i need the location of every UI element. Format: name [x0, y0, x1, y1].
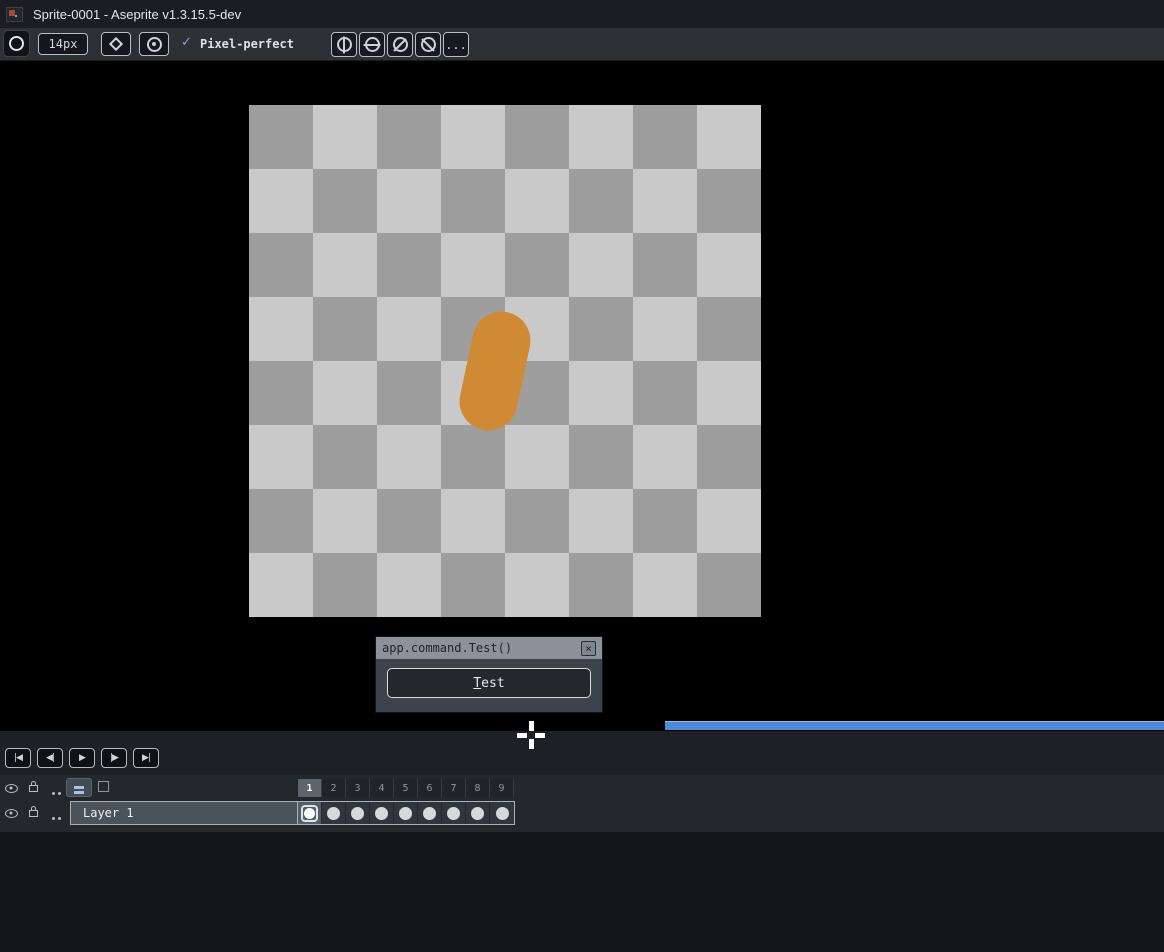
cel[interactable] — [442, 802, 466, 824]
cel-dot-icon — [495, 806, 509, 820]
pixel-perfect-label[interactable]: Pixel-perfect — [200, 37, 294, 51]
cel-track — [298, 802, 514, 824]
layer-continuous-toggle[interactable] — [44, 811, 62, 825]
all-visibility-toggle[interactable] — [2, 781, 20, 795]
script-dialog: app.command.Test() × Test — [375, 636, 603, 713]
cel-dot-icon — [375, 806, 388, 820]
test-button[interactable]: Test — [387, 668, 591, 698]
layer-lock-toggle[interactable] — [24, 804, 42, 818]
app-icon — [6, 6, 23, 22]
play-button[interactable]: ▶ — [69, 748, 95, 768]
dots-icon — [51, 791, 55, 795]
frame-header[interactable]: 5 — [394, 779, 418, 797]
symmetry-more-button[interactable]: ... — [443, 32, 469, 57]
sprite-canvas[interactable] — [249, 105, 761, 617]
brush-size-field[interactable]: 14px — [38, 33, 88, 55]
frame-header[interactable]: 3 — [346, 779, 370, 797]
brush-type-button[interactable] — [3, 30, 30, 57]
dots-icon — [51, 816, 55, 820]
cel-dot-icon — [423, 806, 436, 820]
cel-dot-icon — [471, 806, 484, 820]
symmetry-vertical-icon — [336, 37, 352, 52]
symmetry-vertical-button[interactable] — [331, 32, 357, 57]
last-frame-button[interactable]: ▶| — [133, 748, 159, 768]
frame-headers: 1 2 3 4 5 6 7 8 9 — [298, 779, 514, 797]
layer-row: Layer 1 — [70, 801, 515, 825]
layer-visibility-toggle[interactable] — [2, 806, 20, 820]
frame-header[interactable]: 8 — [466, 779, 490, 797]
titlebar: Sprite-0001 - Aseprite v1.3.15.5-dev — [0, 0, 1164, 28]
timeline-options-button[interactable] — [66, 778, 92, 797]
ink-button[interactable] — [101, 32, 131, 56]
dynamics-icon — [146, 36, 162, 52]
cel[interactable] — [490, 802, 514, 824]
painted-stroke — [454, 306, 536, 436]
pixel-perfect-checkbox[interactable]: ✓ — [181, 35, 192, 50]
symmetry-horizontal-icon — [364, 37, 380, 52]
aseprite-window: Sprite-0001 - Aseprite v1.3.15.5-dev 14p… — [0, 0, 1164, 952]
ink-bucket-icon — [108, 36, 124, 52]
layer-name[interactable]: Layer 1 — [71, 802, 298, 824]
next-frame-button[interactable]: |▶ — [101, 748, 127, 768]
symmetry-diagonal-icon — [392, 37, 408, 52]
test-button-label: est — [481, 675, 505, 691]
bottom-panel — [0, 832, 1164, 952]
dialog-titlebar[interactable]: app.command.Test() × — [376, 637, 602, 659]
cel[interactable] — [418, 802, 442, 824]
context-toolbar: 14px ✓ Pixel-perfect ... — [0, 28, 1164, 61]
first-frame-button[interactable]: |◀ — [5, 748, 31, 768]
lock-icon — [28, 780, 38, 792]
frame-header[interactable]: 4 — [370, 779, 394, 797]
frame-header[interactable]: 6 — [418, 779, 442, 797]
workspace: app.command.Test() × Test — [0, 61, 1164, 720]
scrollbar-thumb[interactable] — [665, 721, 1164, 730]
cel-dot-icon — [447, 806, 460, 820]
cel[interactable] — [370, 802, 394, 824]
cel[interactable] — [394, 802, 418, 824]
symmetry-options: ... — [331, 32, 469, 57]
all-continuous-toggle[interactable] — [44, 786, 62, 800]
thumbnails-toggle[interactable] — [98, 781, 109, 792]
frame-header[interactable]: 1 — [298, 779, 322, 797]
lock-icon — [28, 805, 38, 817]
previous-frame-button[interactable]: ◀| — [37, 748, 63, 768]
cel[interactable] — [298, 802, 322, 824]
eye-icon — [4, 783, 18, 793]
cel-dot-icon — [351, 806, 364, 820]
window-title: Sprite-0001 - Aseprite v1.3.15.5-dev — [33, 6, 242, 22]
dynamics-button[interactable] — [139, 32, 169, 56]
layers-icon — [74, 786, 84, 789]
cel-dot-icon — [304, 807, 315, 819]
frame-header[interactable]: 9 — [490, 779, 514, 797]
cel[interactable] — [322, 802, 346, 824]
cel[interactable] — [466, 802, 490, 824]
frame-header[interactable]: 7 — [442, 779, 466, 797]
all-lock-toggle[interactable] — [24, 779, 42, 793]
test-button-mnemonic: T — [473, 675, 482, 691]
symmetry-antidiagonal-icon — [420, 37, 436, 52]
eye-icon — [4, 808, 18, 818]
dialog-body: Test — [376, 659, 602, 712]
cel-dot-icon — [327, 806, 340, 820]
selected-cel-ring — [301, 804, 318, 822]
frame-header[interactable]: 2 — [322, 779, 346, 797]
brush-circle-icon — [9, 36, 24, 51]
close-icon[interactable]: × — [581, 640, 596, 656]
dialog-title: app.command.Test() — [382, 641, 513, 655]
playback-bar: |◀ ◀| ▶ |▶ ▶| — [0, 731, 1164, 775]
symmetry-horizontal-button[interactable] — [359, 32, 385, 57]
timeline: 1 2 3 4 5 6 7 8 9 Layer 1 — [0, 775, 1164, 832]
symmetry-antidiagonal-button[interactable] — [415, 32, 441, 57]
cel-dot-icon — [399, 806, 412, 820]
symmetry-diagonal-button[interactable] — [387, 32, 413, 57]
horizontal-scrollbar[interactable] — [0, 720, 1164, 731]
cel[interactable] — [346, 802, 370, 824]
